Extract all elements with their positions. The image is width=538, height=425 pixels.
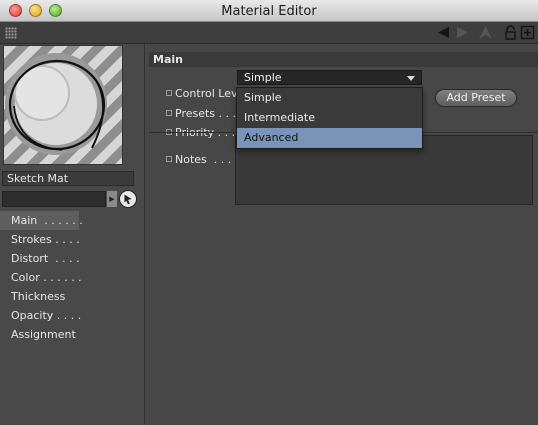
sidebar-nav: Main . . . . . . Strokes . . . . Distort…: [0, 211, 145, 344]
material-name[interactable]: Sketch Mat: [2, 171, 134, 186]
window-title: Material Editor: [221, 4, 317, 19]
sidebar-item-assignment[interactable]: Assignment: [0, 325, 145, 344]
sidebar-item-main[interactable]: Main . . . . . .: [0, 211, 83, 230]
new-window-icon[interactable]: [520, 25, 535, 40]
filter-input[interactable]: [2, 191, 106, 207]
material-preview[interactable]: [3, 45, 123, 165]
dropdown-option-intermediate[interactable]: Intermediate: [237, 108, 422, 128]
picker-icon[interactable]: [119, 190, 137, 208]
back-arrow-icon[interactable]: [436, 25, 451, 40]
lock-icon[interactable]: [503, 25, 518, 40]
sidebar-item-thickness[interactable]: Thickness: [0, 287, 145, 306]
animate-toggle-icon[interactable]: [166, 156, 172, 162]
up-arrow-icon[interactable]: [478, 25, 493, 40]
control-level-value: Simple: [244, 71, 282, 84]
dropdown-option-advanced[interactable]: Advanced: [237, 128, 422, 148]
filter-arrow-icon[interactable]: ▶: [107, 191, 117, 207]
control-level-select[interactable]: Simple: [237, 70, 422, 85]
priority-row: Priority . . . . .: [152, 109, 249, 139]
add-preset-button[interactable]: Add Preset: [435, 89, 517, 107]
sidebar-item-strokes[interactable]: Strokes . . . .: [0, 230, 145, 249]
toolbar: [0, 22, 538, 44]
sphere-preview-icon: [5, 53, 107, 155]
control-level-dropdown: Simple Intermediate Advanced: [236, 87, 423, 149]
sidebar-item-opacity[interactable]: Opacity . . . .: [0, 306, 145, 325]
chevron-down-icon: [407, 76, 415, 81]
dropdown-option-simple[interactable]: Simple: [237, 88, 422, 108]
grip-icon[interactable]: [5, 27, 17, 39]
sidebar-item-color[interactable]: Color . . . . . .: [0, 268, 145, 287]
section-title: Main: [149, 52, 538, 67]
sidebar: Sketch Mat ▶ Main . . . . . . Strokes . …: [0, 44, 145, 425]
title-bar: Material Editor: [0, 0, 538, 22]
control-level-row: Control Level: [152, 70, 247, 100]
sidebar-item-distort[interactable]: Distort . . . .: [0, 249, 145, 268]
forward-arrow-icon[interactable]: [455, 25, 470, 40]
